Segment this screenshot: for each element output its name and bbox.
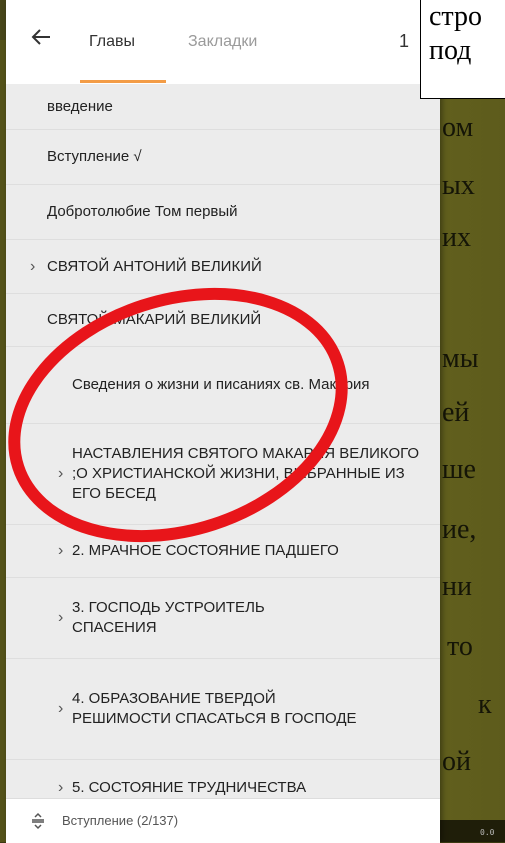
book-text-fragment: к — [478, 689, 492, 720]
book-text-fragment: ше — [442, 454, 476, 485]
chapter-label: 5. СОСТОЯНИЕ ТРУДНИЧЕСТВА — [72, 779, 307, 796]
chapter-label: 4. ОБРАЗОВАНИЕ ТВЕРДОЙ РЕШИМОСТИ СПАСАТЬ… — [72, 690, 357, 727]
book-bottom-bar: 0.0 — [440, 820, 505, 842]
page-count: 1 — [399, 31, 410, 51]
chapter-item[interactable]: › СВЯТОЙ АНТОНИЙ ВЕЛИКИЙ — [6, 240, 440, 294]
book-text-fragment: ой — [442, 746, 471, 777]
chapter-label: Сведения о жизни и писаниях св. Макария — [72, 376, 370, 393]
chapter-label: НАСТАВЛЕНИЯ СВЯТОГО МАКАРИЯ ВЕЛИКОГО ;О … — [72, 445, 420, 502]
book-text-fragment: ей — [442, 397, 470, 428]
book-text-fragment: ом — [442, 112, 474, 143]
arrow-left-icon — [31, 29, 50, 45]
book-text-fragment: их — [442, 222, 471, 253]
drawer-footer: Вступление (2/137) — [6, 798, 440, 843]
chapter-item[interactable]: СВЯТОЙ МАКАРИЙ ВЕЛИКИЙ — [6, 294, 440, 347]
chapter-item[interactable]: › НАСТАВЛЕНИЯ СВЯТОГО МАКАРИЯ ВЕЛИКОГО ;… — [6, 424, 440, 525]
chevron-right-icon: › — [58, 542, 64, 559]
active-tab-indicator — [80, 80, 166, 83]
overlay-text-box: стро под — [420, 0, 505, 99]
chapter-label: 2. МРАЧНОЕ СОСТОЯНИЕ ПАДШЕГО — [72, 542, 339, 559]
chapter-label: СВЯТОЙ АНТОНИЙ ВЕЛИКИЙ — [47, 257, 262, 275]
book-bottom-text: 0.0 — [480, 828, 495, 837]
chapter-item[interactable]: Вступление √ — [6, 130, 440, 185]
chapter-item[interactable]: › 5. СОСТОЯНИЕ ТРУДНИЧЕСТВА — [6, 760, 440, 798]
back-button[interactable] — [26, 22, 56, 52]
tab-chapters[interactable]: Главы — [89, 33, 135, 51]
toc-drawer: Главы Закладки 1 введение Вступление √ Д… — [6, 0, 440, 843]
chevron-right-icon: › — [30, 257, 36, 275]
tab-bookmarks[interactable]: Закладки — [188, 33, 257, 51]
book-text-fragment: мы — [442, 343, 479, 374]
overlay-line: под — [429, 35, 472, 66]
chapter-label: СВЯТОЙ МАКАРИЙ ВЕЛИКИЙ — [47, 311, 262, 328]
chapter-label: Вступление √ — [47, 148, 142, 165]
overlay-line: стро — [429, 1, 483, 32]
chevron-right-icon: › — [58, 609, 64, 626]
chapter-list: введение Вступление √ Добротолюбие Том п… — [6, 84, 440, 798]
book-text-fragment: то — [447, 631, 473, 662]
book-text-fragment: ие, — [442, 514, 477, 545]
sort-icon[interactable] — [28, 811, 48, 831]
chapter-item[interactable]: › 2. МРАЧНОЕ СОСТОЯНИЕ ПАДШЕГО — [6, 525, 440, 578]
chevron-right-icon: › — [58, 465, 64, 482]
chevron-right-icon: › — [58, 700, 64, 717]
drawer-header: Главы Закладки 1 — [6, 0, 440, 84]
book-text-fragment: ых — [442, 170, 475, 201]
chapter-item[interactable]: введение — [6, 84, 440, 130]
chevron-right-icon: › — [58, 779, 64, 796]
chapter-item[interactable]: Сведения о жизни и писаниях св. Макария — [6, 347, 440, 424]
current-position: Вступление (2/137) — [62, 813, 179, 828]
chapter-label: введение — [47, 97, 113, 115]
book-text-fragment: ни — [442, 571, 472, 602]
chapter-label: Добротолюбие Том первый — [47, 203, 238, 220]
chapter-item[interactable]: › 3. ГОСПОДЬ УСТРОИТЕЛЬ СПАСЕНИЯ — [6, 578, 440, 659]
chapter-item[interactable]: Добротолюбие Том первый — [6, 185, 440, 240]
chapter-label: 3. ГОСПОДЬ УСТРОИТЕЛЬ СПАСЕНИЯ — [72, 599, 265, 636]
chapter-item[interactable]: › 4. ОБРАЗОВАНИЕ ТВЕРДОЙ РЕШИМОСТИ СПАСА… — [6, 659, 440, 760]
